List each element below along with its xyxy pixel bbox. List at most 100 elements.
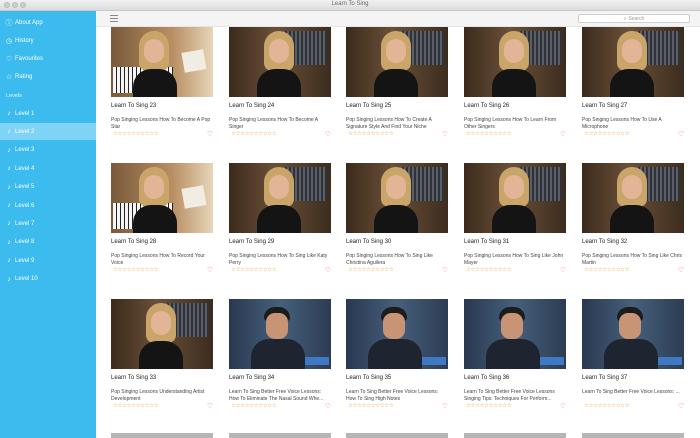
video-card[interactable]: Learn To Sing 25 Pop Singing Lessons How … <box>346 27 448 138</box>
rating-stars-icon[interactable]: ☆☆☆☆☆☆☆☆☆☆ <box>466 267 512 273</box>
video-thumbnail[interactable] <box>464 163 566 233</box>
video-card[interactable]: Learn To Sing 37 Learn To Sing Better Fre… <box>582 299 684 410</box>
video-thumbnail[interactable] <box>229 27 331 97</box>
favorite-heart-icon[interactable]: ♡ <box>207 402 213 410</box>
list-icon[interactable] <box>110 15 118 22</box>
favorite-heart-icon[interactable]: ♡ <box>207 130 213 138</box>
video-card[interactable]: Learn To Sing 29 Pop Singing Lessons How … <box>229 163 331 274</box>
favorite-heart-icon[interactable]: ♡ <box>560 402 566 410</box>
video-description: Learn To Sing Better Free Voice Lessons:… <box>346 389 439 402</box>
video-card[interactable]: Learn To Sing 33 Pop Singing Lessons Unde… <box>111 299 213 410</box>
rating-stars-icon[interactable]: ☆☆☆☆☆☆☆☆☆☆ <box>113 267 159 273</box>
music-note-icon: ♪ <box>7 275 11 283</box>
video-thumbnail-partial[interactable] <box>346 433 448 438</box>
music-note-icon: ♪ <box>7 257 11 265</box>
video-card[interactable]: Learn To Sing 35 Learn To Sing Better Fre… <box>346 299 448 410</box>
sidebar-item-history[interactable]: ◷ History <box>0 32 96 49</box>
favorite-heart-icon[interactable]: ♡ <box>325 402 331 410</box>
rating-stars-icon[interactable]: ☆☆☆☆☆☆☆☆☆☆ <box>584 267 630 273</box>
video-description: Learn To Sing Better Free Voice Lessons … <box>464 389 555 402</box>
sidebar-item-level-9[interactable]: ♪ Level 9 <box>0 252 96 269</box>
rating-stars-icon[interactable]: ☆☆☆☆☆☆☆☆☆☆ <box>231 267 277 273</box>
favorite-heart-icon[interactable]: ♡ <box>325 266 331 274</box>
music-note-icon: ♪ <box>7 183 11 191</box>
sidebar-item-level-5[interactable]: ♪ Level 5 <box>0 179 96 196</box>
music-note-icon: ♪ <box>7 146 11 154</box>
video-thumbnail[interactable] <box>582 299 684 369</box>
sidebar-item-about-app[interactable]: ⓘ About App <box>0 14 96 31</box>
sidebar-item-level-3[interactable]: ♪ Level 3 <box>0 142 96 159</box>
rating-stars-icon[interactable]: ☆☆☆☆☆☆☆☆☆☆ <box>466 131 512 137</box>
rating-stars-icon[interactable]: ☆☆☆☆☆☆☆☆☆☆ <box>231 131 277 137</box>
favorite-heart-icon[interactable]: ♡ <box>560 130 566 138</box>
video-thumbnail-partial[interactable] <box>111 433 213 438</box>
video-thumbnail[interactable] <box>346 299 448 369</box>
video-title: Learn To Sing 25 <box>346 103 392 109</box>
rating-stars-icon[interactable]: ☆☆☆☆☆☆☆☆☆☆ <box>348 403 394 409</box>
video-card[interactable]: Learn To Sing 30 Pop Singing Lessons How … <box>346 163 448 274</box>
search-input[interactable]: ⌕ Search <box>578 14 690 23</box>
video-card[interactable]: Learn To Sing 24 Pop Singing Lessons How … <box>229 27 331 138</box>
video-thumbnail-partial[interactable] <box>464 433 566 438</box>
sidebar-item-level-6[interactable]: ♪ Level 6 <box>0 197 96 214</box>
video-thumbnail-partial[interactable] <box>582 433 684 438</box>
favorite-heart-icon[interactable]: ♡ <box>442 402 448 410</box>
video-thumbnail[interactable] <box>229 163 331 233</box>
video-card[interactable]: Learn To Sing 26 Pop Singing Lessons How … <box>464 27 566 138</box>
rating-stars-icon[interactable]: ☆☆☆☆☆☆☆☆☆☆ <box>584 403 630 409</box>
video-thumbnail[interactable] <box>464 299 566 369</box>
video-thumbnail[interactable] <box>346 27 448 97</box>
favorite-heart-icon[interactable]: ♡ <box>678 266 684 274</box>
video-thumbnail-partial[interactable] <box>229 433 331 438</box>
rating-row: ☆☆☆☆☆☆☆☆☆☆ ♡ <box>229 267 331 274</box>
video-thumbnail[interactable] <box>582 27 684 97</box>
video-card[interactable]: Learn To Sing 32 Pop Singing Lessons How … <box>582 163 684 274</box>
video-thumbnail[interactable] <box>111 27 213 97</box>
video-thumbnail[interactable] <box>464 27 566 97</box>
video-description: Pop Singing Lessons How To Use A Microph… <box>582 117 662 130</box>
video-title: Learn To Sing 33 <box>111 375 157 381</box>
video-card[interactable]: Learn To Sing 34 Learn To Sing Better Fre… <box>229 299 331 410</box>
favorite-heart-icon[interactable]: ♡ <box>442 130 448 138</box>
sidebar-item-level-2[interactable]: ♪ Level 2 <box>0 123 96 141</box>
rating-stars-icon[interactable]: ☆☆☆☆☆☆☆☆☆☆ <box>113 131 159 137</box>
rating-stars-icon[interactable]: ☆☆☆☆☆☆☆☆☆☆ <box>466 403 512 409</box>
video-grid: Learn To Sing 23 Pop Singing Lessons How … <box>96 27 700 438</box>
rating-stars-icon[interactable]: ☆☆☆☆☆☆☆☆☆☆ <box>231 403 277 409</box>
video-card[interactable]: Learn To Sing 27 Pop Singing Lessons How … <box>582 27 684 138</box>
favorite-heart-icon[interactable]: ♡ <box>207 266 213 274</box>
music-note-icon: ♪ <box>7 110 11 117</box>
video-card[interactable]: Learn To Sing 23 Pop Singing Lessons How … <box>111 27 213 138</box>
video-title: Learn To Sing 27 <box>582 103 628 109</box>
sidebar-item-level-8[interactable]: ♪ Level 8 <box>0 234 96 251</box>
favorite-heart-icon[interactable]: ♡ <box>325 130 331 138</box>
sidebar-item-level-1[interactable]: ♪ Level 1 <box>0 105 96 122</box>
video-thumbnail[interactable] <box>111 163 213 233</box>
favorite-heart-icon[interactable]: ♡ <box>442 266 448 274</box>
sidebar-item-level-4[interactable]: ♪ Level 4 <box>0 160 96 177</box>
video-card[interactable]: Learn To Sing 28 Pop Singing Lessons How … <box>111 163 213 274</box>
rating-stars-icon[interactable]: ☆☆☆☆☆☆☆☆☆☆ <box>113 403 159 409</box>
video-thumbnail[interactable] <box>582 163 684 233</box>
favorite-heart-icon[interactable]: ♡ <box>678 402 684 410</box>
video-card[interactable]: Learn To Sing 31 Pop Singing Lessons How … <box>464 163 566 274</box>
video-thumbnail[interactable] <box>111 299 213 369</box>
sidebar-item-level-7[interactable]: ♪ Level 7 <box>0 215 96 232</box>
rating-row: ☆☆☆☆☆☆☆☆☆☆ ♡ <box>464 131 566 138</box>
sidebar-item-label: About App <box>15 19 43 26</box>
sidebar-item-level-10[interactable]: ♪ Level 10 <box>0 271 96 288</box>
rating-stars-icon[interactable]: ☆☆☆☆☆☆☆☆☆☆ <box>348 131 394 137</box>
rating-stars-icon[interactable]: ☆☆☆☆☆☆☆☆☆☆ <box>584 131 630 137</box>
video-title: Learn To Sing 23 <box>111 103 157 109</box>
sidebar-item-label: History <box>15 37 34 44</box>
rating-stars-icon[interactable]: ☆☆☆☆☆☆☆☆☆☆ <box>348 267 394 273</box>
video-description: Learn To Sing Better Free Voice Lessons:… <box>229 389 324 402</box>
sidebar-item-rating[interactable]: ☆ Rating <box>0 68 96 85</box>
video-thumbnail[interactable] <box>229 299 331 369</box>
rating-row: ☆☆☆☆☆☆☆☆☆☆ ♡ <box>464 267 566 274</box>
sidebar-item-favourites[interactable]: ♡ Favourites <box>0 50 96 67</box>
video-card[interactable]: Learn To Sing 36 Learn To Sing Better Fre… <box>464 299 566 410</box>
video-thumbnail[interactable] <box>346 163 448 233</box>
favorite-heart-icon[interactable]: ♡ <box>560 266 566 274</box>
favorite-heart-icon[interactable]: ♡ <box>678 130 684 138</box>
